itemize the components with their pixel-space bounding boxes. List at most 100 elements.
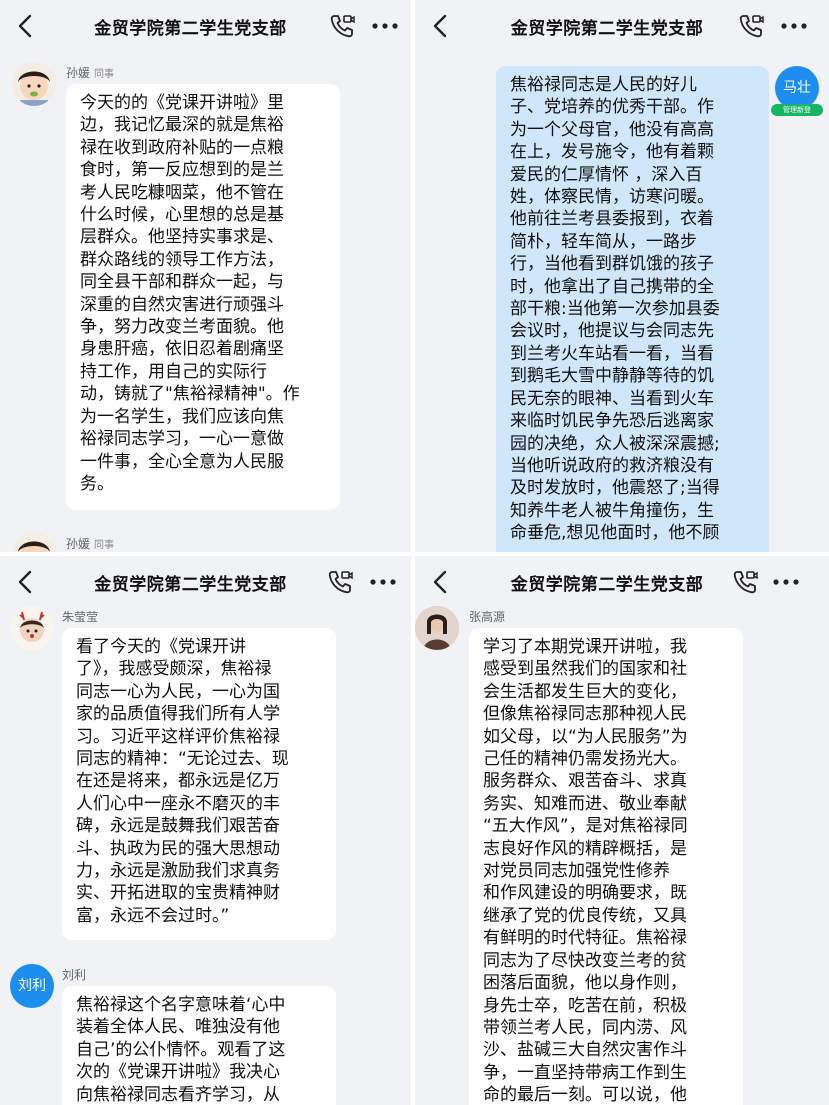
video-call-icon[interactable] (328, 12, 356, 40)
message-line: 家的品质值得我们所有人学 (76, 704, 280, 725)
message-line: 持工作，用自己的实际行 (80, 361, 267, 382)
message-line: 对党员同志加强党性修养 (483, 861, 670, 882)
chat-screenshot-3: 金贸学院第二学生党支部 朱莹莹 看了今天的《党课开讲 了》，我感受颇深，焦裕禄 同志… (0, 556, 411, 1105)
message-line: 焦裕禄这个名字意味着‘心中 (76, 995, 286, 1015)
message-line: 同志一心为人民，一心为国 (76, 681, 280, 702)
message-line: 群众路线的领导工作方法， (80, 249, 284, 270)
chat-header: 金贸学院第二学生党支部 (0, 556, 411, 608)
message-line: 自己’的公仆情怀。观看了这 (76, 1039, 286, 1060)
message-line: 实、开拓进取的宝贵精神财 (76, 883, 280, 904)
group-title: 金贸学院第二学生党支部 (94, 19, 287, 39)
message-line: 装着全体人民、唯独没有他 (76, 1017, 280, 1038)
sender-avatar[interactable] (415, 606, 459, 650)
message-line: 子、党培养的优秀干部。作 (510, 97, 714, 118)
message-line: 裕禄同志学习，一心一意做 (80, 429, 284, 450)
video-call-icon[interactable] (731, 568, 759, 596)
my-message-bubble[interactable]: 焦裕禄同志是人民的好儿 子、党培养的优秀干部。作 为一个父母官，他没有高高 在上，发号… (496, 66, 769, 552)
message-line: 到鹅毛大雪中静静等待的饥 (510, 366, 714, 387)
message-text: 焦裕禄同志是人民的好儿 子、党培养的优秀干部。作 为一个父母官，他没有高高 在上，发号… (496, 66, 769, 552)
message-text: 今天的的《党课开讲啦》里 边，我记忆最深的就是焦裕 禄在收到政府补贴的一点粮 食时，第… (66, 84, 340, 503)
more-dots-icon[interactable] (779, 12, 809, 40)
message-line: 争，努力改变兰考面貌。他 (80, 317, 284, 338)
message-line: 斗、执政为民的强大思想动 (76, 838, 280, 859)
message-line: 看了今天的《党课开讲 (76, 637, 246, 657)
message-line: 民无奈的眼神、当看到火车 (510, 388, 714, 409)
video-call-icon[interactable] (737, 12, 765, 40)
message-line: 他前往兰考县委报到，衣着 (510, 209, 714, 230)
message-line: 了》，我感受颇深，焦裕禄 (76, 659, 272, 680)
more-dots-icon[interactable] (370, 12, 400, 40)
group-title: 金贸学院第二学生党支部 (510, 575, 704, 595)
chat-header: 金贸学院第二学生党支部 (415, 556, 829, 608)
message-line: 什么时候，心里想的总是基 (80, 205, 284, 226)
sender-avatar[interactable] (12, 62, 56, 106)
message-bubble[interactable]: 焦裕禄这个名字意味着‘心中 装着全体人民、唯独没有他 自己’的公仆情怀。观看了这 次的… (62, 986, 336, 1105)
chevron-left-icon[interactable] (429, 12, 453, 40)
message-line: 层群众。他坚持实事求是、 (80, 227, 284, 248)
message-line: 同全县干部和群众一起，与 (80, 272, 284, 293)
message-line: 务实、知难而进、敬业奉献 (483, 793, 687, 814)
message-line: 己任的精神仍需发扬光大。 (483, 749, 687, 770)
message-line: 爱民的仁厚情怀 ，深入百 (510, 164, 703, 185)
message-bubble[interactable]: 今天的的《党课开讲啦》里 边，我记忆最深的就是焦裕 禄在收到政府补贴的一点粮 食时，第… (66, 84, 340, 510)
message-line: 碑，永远是鼓舞我们艰苦奋 (76, 816, 280, 837)
message-line: 困落后面貌，他以身作则， (483, 973, 687, 994)
message-line: 命的最后一刻。可以说，他 (483, 1085, 687, 1105)
message-line: 在还是将来，都永远是亿万 (76, 771, 280, 792)
message-line: 如父母，以“为人民服务”为 (483, 726, 688, 747)
message-line: 为一个父母官，他没有高高 (510, 119, 714, 140)
message-line: 次的《党课开讲啦》我决心 (76, 1062, 280, 1083)
message-line: 到兰考火车站看一看，当看 (510, 343, 714, 364)
video-call-icon[interactable] (326, 568, 354, 596)
message-line: 志良好作风的精辟概括，是 (483, 838, 687, 859)
message-line: 服务群众、艰苦奋斗、求真 (483, 771, 687, 792)
message-line: 身患肝癌，依旧忍着剧痛坚 (80, 339, 284, 360)
chevron-left-icon[interactable] (14, 12, 38, 40)
admin-badge: 管理新登 (771, 104, 823, 116)
message-line: 及时发放时，他震怒了;当得 (510, 478, 720, 499)
message-line: 感受到虽然我们的国家和社 (483, 659, 687, 680)
message-line: 禄在收到政府补贴的一点粮 (80, 137, 284, 158)
message-line: 深重的自然灾害进行顽强斗 (80, 294, 284, 315)
group-title: 金贸学院第二学生党支部 (510, 19, 704, 39)
sender-name-line: 孙媛 同事 (66, 64, 114, 81)
message-line: 继承了党的优良传统，又具 (483, 905, 687, 926)
message-line: 姓，体察民情，访寒问暖。 (510, 187, 714, 208)
message-line: 一件事，全心全意为人民服 (80, 451, 284, 472)
message-line: “五大作风”，是对焦裕禄同 (483, 816, 688, 837)
message-line: 命垂危,想见他面时，他不顾 (510, 523, 720, 544)
chat-screenshot-2: 金贸学院第二学生党支部 焦裕禄同志是人民的好儿 子、党培养的优秀干部。作 为一个父母… (415, 0, 829, 552)
chat-screenshot-1: 金贸学院第二学生党支部 孙媛 同事 今天的的《党课开讲啦》里 边，我记忆最深的就是焦… (0, 0, 411, 552)
message-line: 向焦裕禄同志看齐学习，从 (76, 1084, 280, 1105)
message-line: 当他听说政府的救济粮没有 (510, 455, 714, 476)
message-line: 会生活都发生巨大的变化， (483, 681, 687, 702)
chevron-left-icon[interactable] (429, 568, 453, 596)
group-title: 金贸学院第二学生党支部 (94, 575, 287, 595)
more-dots-icon[interactable] (368, 568, 398, 596)
person-photo-icon (415, 606, 459, 650)
sender-avatar[interactable] (10, 606, 54, 650)
message-bubble[interactable]: 学习了本期党课开讲啦，我 感受到虽然我们的国家和社 会生活都发生巨大的变化， 但像焦裕… (469, 628, 743, 1105)
message-line: 时，他拿出了自己携带的全 (510, 276, 714, 297)
chat-screenshot-4: 金贸学院第二学生党支部 张高源 学习了本期党课开讲啦，我 感受到虽然我们的国家和社… (415, 556, 829, 1105)
next-sender-avatar[interactable] (12, 532, 56, 552)
message-line: 会议时，他提议与会同志先 (510, 321, 714, 342)
message-line: 部干粮:当他第一次参加县委 (510, 299, 720, 320)
cartoon-deer-icon (10, 606, 54, 650)
message-line: 动，铸就了"焦裕禄精神"。作 (80, 384, 300, 405)
message-line: 有鲜明的时代特征。焦裕禄 (483, 928, 687, 949)
second-sender-avatar[interactable]: 刘利 (10, 964, 54, 1008)
chevron-left-icon[interactable] (14, 568, 38, 596)
message-line: 知养牛老人被牛角撞伤，生 (510, 500, 714, 521)
message-line: 富，永远不会过时。” (76, 905, 230, 926)
sender-name: 孙媛 (66, 66, 91, 80)
more-dots-icon[interactable] (771, 568, 801, 596)
message-line: 今天的的《党课开讲啦》里 (80, 93, 284, 113)
child-photo-icon (12, 532, 56, 552)
next-sender-name: 孙媛 (66, 537, 91, 551)
message-line: 焦裕禄同志是人民的好儿 (510, 75, 697, 95)
message-line: 同志的精神：“无论过去、现 (76, 749, 289, 770)
message-line: 力，永远是激励我们求真务 (76, 861, 280, 882)
message-bubble[interactable]: 看了今天的《党课开讲 了》，我感受颇深，焦裕禄 同志一心为人民，一心为国 家的品质值得… (62, 628, 336, 940)
next-sender-name-line: 孙媛 同事 (66, 535, 114, 552)
